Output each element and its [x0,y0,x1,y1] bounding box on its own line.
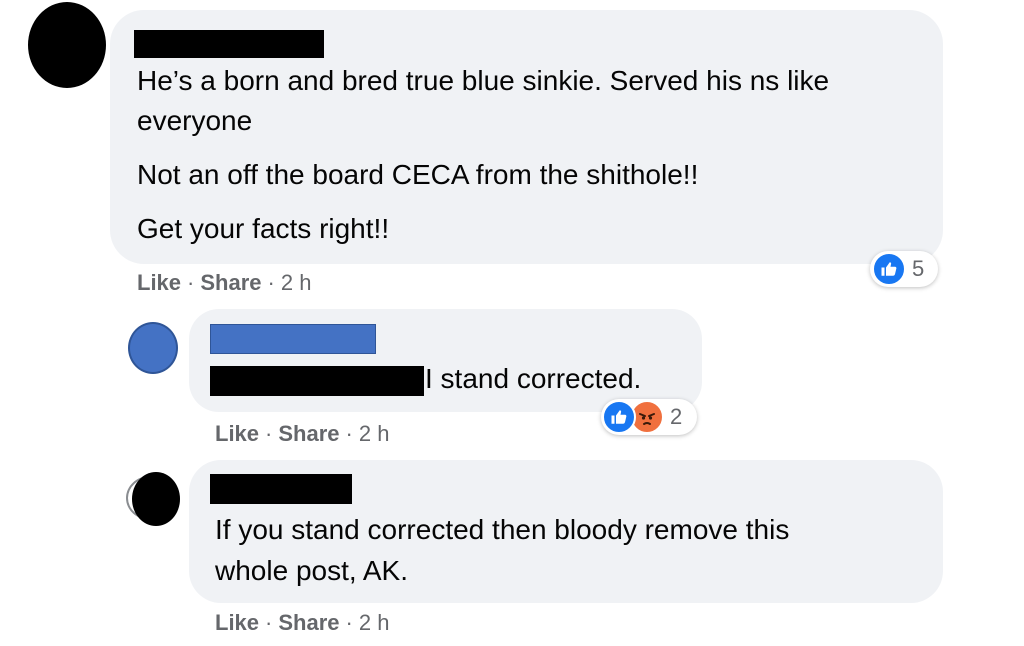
like-icon [872,252,906,286]
redacted-replier-name[interactable] [210,324,376,354]
share-link[interactable]: Share [278,421,339,446]
redacted-mention[interactable] [210,366,424,396]
share-link[interactable]: Share [278,610,339,635]
comment-actions: Like · Share · 2 h [215,421,389,447]
comment-actions: Like · Share · 2 h [215,610,389,636]
comment-actions: Like · Share · 2 h [137,270,311,296]
comment-text-line: everyone [137,105,253,136]
comment-text: I stand corrected. [425,363,642,394]
like-icon [602,400,636,434]
separator: · [345,610,353,635]
timestamp[interactable]: 2 h [359,610,390,635]
comment-text-line: whole post, AK. [215,555,409,586]
separator: · [187,270,195,295]
replier-avatar[interactable] [128,322,178,374]
reaction-summary[interactable]: 2 [601,399,697,435]
like-link[interactable]: Like [137,270,181,295]
commenter-avatar[interactable] [28,2,106,88]
comment-text-line: He’s a born and bred true blue sinkie. S… [137,65,830,96]
reaction-count: 5 [912,256,925,281]
like-link[interactable]: Like [215,610,259,635]
timestamp[interactable]: 2 h [281,270,312,295]
share-link[interactable]: Share [200,270,261,295]
replier-avatar[interactable] [132,472,180,526]
comment-text-line: If you stand corrected then bloody remov… [215,514,790,545]
separator: · [265,421,273,446]
separator: · [267,270,275,295]
separator: · [345,421,353,446]
like-link[interactable]: Like [215,421,259,446]
redacted-replier-name[interactable] [210,474,352,504]
timestamp[interactable]: 2 h [359,421,390,446]
reaction-count: 2 [670,404,683,429]
redacted-commenter-name[interactable] [134,30,324,58]
separator: · [265,610,273,635]
comment-text-line: Not an off the board CECA from the shith… [137,159,699,190]
comment-text-line: Get your facts right!! [137,213,390,244]
reaction-summary[interactable]: 5 [870,251,938,287]
